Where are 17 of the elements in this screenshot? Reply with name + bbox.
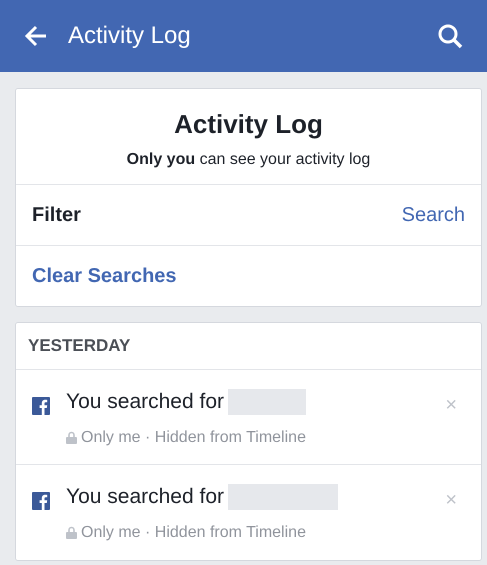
card-title: Activity Log <box>174 108 323 141</box>
page-title: Activity Log <box>68 21 192 51</box>
filter-label: Filter <box>32 203 81 228</box>
privacy-text: Only me · Hidden from Timeline <box>81 428 306 448</box>
back-arrow-icon[interactable] <box>24 25 48 47</box>
search-icon[interactable] <box>437 23 463 49</box>
card-subtitle: Only you can see your activity log <box>126 150 370 170</box>
search-link[interactable]: Search <box>402 200 465 230</box>
item-text: You searched for <box>66 484 224 510</box>
clear-searches-link[interactable]: Clear Searches <box>32 261 177 291</box>
app-logo-icon <box>32 492 50 510</box>
lock-icon <box>66 526 77 539</box>
item-text: You searched for <box>66 389 224 415</box>
section-heading: YESTERDAY <box>28 335 130 358</box>
app-logo-icon <box>32 397 50 415</box>
privacy-text: Only me · Hidden from Timeline <box>81 522 306 542</box>
lock-icon <box>66 431 77 444</box>
